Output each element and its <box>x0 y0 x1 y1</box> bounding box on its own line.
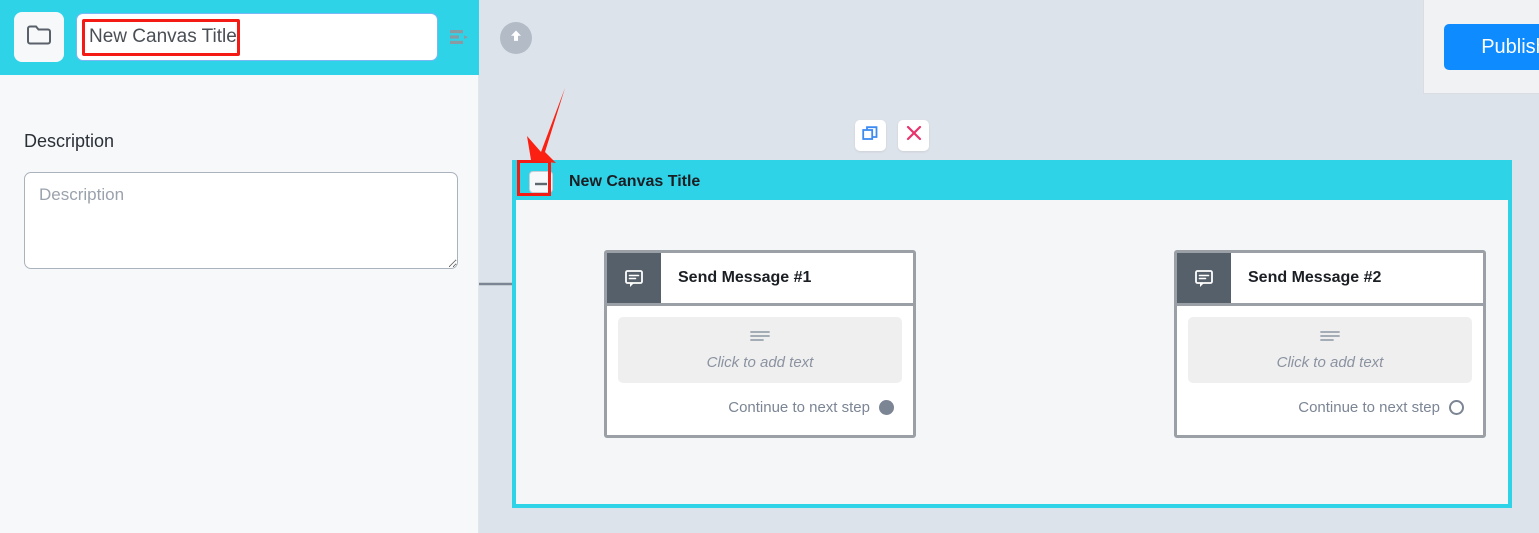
folder-button[interactable] <box>14 12 64 62</box>
description-label: Description <box>24 131 115 151</box>
node-body: Click to add text Continue to next step <box>1177 306 1483 435</box>
duplicate-icon <box>862 125 879 147</box>
continue-label: Continue to next step <box>1298 399 1440 416</box>
output-connector-filled[interactable] <box>879 400 894 415</box>
node-footer: Continue to next step <box>1188 383 1472 424</box>
add-text-label: Click to add text <box>1276 354 1384 371</box>
node-send-message-2[interactable]: Send Message #2 Click to add text Contin… <box>1174 250 1486 438</box>
node-title: Send Message #2 <box>1248 269 1382 286</box>
minus-icon <box>535 173 547 191</box>
message-bubble-icon <box>607 253 661 303</box>
node-title: Send Message #1 <box>678 269 812 286</box>
canvas-title-field[interactable] <box>76 13 438 61</box>
left-settings-panel: Description <box>0 0 479 533</box>
text-lines-icon <box>749 329 771 348</box>
add-text-area[interactable]: Click to add text <box>1188 317 1472 383</box>
group-action-buttons <box>855 120 929 151</box>
node-header: Send Message #1 <box>607 253 913 306</box>
add-text-label: Click to add text <box>706 354 814 371</box>
publish-panel: Publish <box>1423 0 1539 94</box>
canvas-title-input[interactable] <box>77 26 437 48</box>
upload-button[interactable] <box>500 22 532 54</box>
group-title: New Canvas Title <box>569 173 701 190</box>
flow-canvas[interactable]: New Canvas Title Send Message #1 Click t… <box>479 0 1539 533</box>
upload-arrow-icon <box>507 27 525 50</box>
close-x-icon <box>905 124 923 147</box>
message-bubble-icon <box>1177 253 1231 303</box>
publish-button[interactable]: Publish <box>1444 24 1539 70</box>
canvas-group-container[interactable]: New Canvas Title Send Message #1 Click t… <box>512 160 1512 508</box>
group-header: New Canvas Title <box>516 164 1508 200</box>
collapse-button[interactable] <box>529 171 553 193</box>
list-indent-icon[interactable] <box>448 26 470 48</box>
add-text-area[interactable]: Click to add text <box>618 317 902 383</box>
continue-label: Continue to next step <box>728 399 870 416</box>
duplicate-button[interactable] <box>855 120 886 151</box>
node-footer: Continue to next step <box>618 383 902 424</box>
output-connector-empty[interactable] <box>1449 400 1464 415</box>
close-button[interactable] <box>898 120 929 151</box>
folder-icon <box>26 24 52 51</box>
panel-header <box>0 0 479 75</box>
node-body: Click to add text Continue to next step <box>607 306 913 435</box>
description-input[interactable] <box>24 172 458 269</box>
text-lines-icon <box>1319 329 1341 348</box>
node-send-message-1[interactable]: Send Message #1 Click to add text Contin… <box>604 250 916 438</box>
node-header: Send Message #2 <box>1177 253 1483 306</box>
